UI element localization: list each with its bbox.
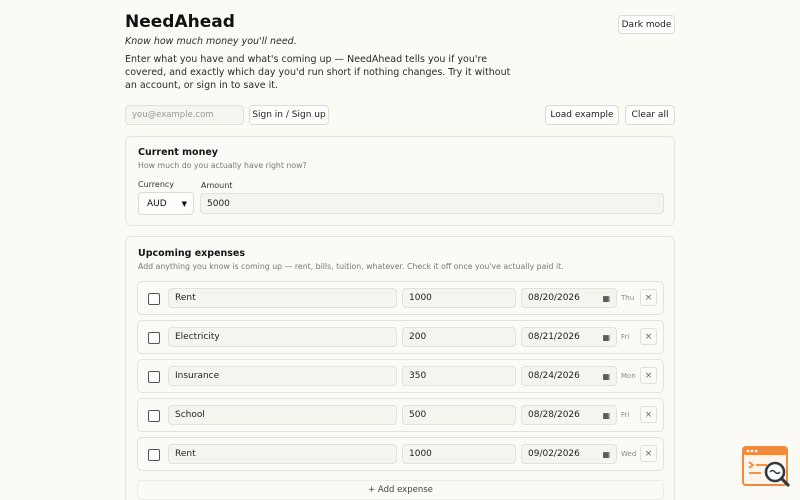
close-icon[interactable]: ×: [640, 289, 657, 306]
expense-name: Rent: [175, 293, 196, 303]
expense-name: Electricity: [175, 332, 220, 342]
calendar-icon[interactable]: ▦: [602, 411, 610, 420]
expense-date: 09/02/2026: [528, 449, 580, 459]
email-input[interactable]: [125, 105, 244, 125]
expenses-card: Upcoming expenses Add anything you know …: [125, 236, 675, 500]
expense-name: Rent: [175, 449, 196, 459]
expense-row: Insurance 350 08/24/2026 ▦ Mon ×: [137, 359, 664, 393]
app-tagline: Know how much money you'll need.: [125, 36, 297, 47]
close-icon[interactable]: ×: [640, 367, 657, 384]
expense-date-input[interactable]: 09/02/2026 ▦: [521, 444, 617, 464]
currency-value: AUD: [147, 198, 167, 209]
expense-name: School: [175, 410, 205, 420]
paid-checkbox[interactable]: [148, 371, 160, 383]
chevron-down-icon: ▼: [181, 199, 187, 208]
expense-date-input[interactable]: 08/20/2026 ▦: [521, 288, 617, 308]
paid-checkbox[interactable]: [148, 293, 160, 305]
amount-value: 5000: [207, 198, 230, 209]
add-expense-button[interactable]: + Add expense: [137, 480, 664, 500]
expense-weekday: Wed: [621, 450, 637, 458]
app-title: NeedAhead: [125, 12, 235, 32]
expense-amount: 350: [409, 371, 427, 381]
expense-row: School 500 08/28/2026 ▦ Fri ×: [137, 398, 664, 432]
expense-date: 08/24/2026: [528, 371, 580, 381]
expense-date: 08/20/2026: [528, 293, 580, 303]
paid-checkbox[interactable]: [148, 332, 160, 344]
expense-date-input[interactable]: 08/28/2026 ▦: [521, 405, 617, 425]
current-money-subtitle: How much do you actually have right now?: [138, 161, 307, 170]
amount-input[interactable]: 5000: [200, 193, 664, 214]
current-money-title: Current money: [138, 147, 218, 158]
expense-name-input[interactable]: Electricity: [168, 327, 397, 347]
expense-date: 08/28/2026: [528, 410, 580, 420]
expense-weekday: Fri: [621, 333, 630, 341]
expense-weekday: Fri: [621, 411, 630, 419]
current-money-card: Current money How much do you actually h…: [125, 136, 675, 226]
expense-amount: 1000: [409, 449, 432, 459]
expense-amount-input[interactable]: 1000: [402, 288, 516, 308]
expense-row: Electricity 200 08/21/2026 ▦ Fri ×: [137, 320, 664, 354]
currency-select[interactable]: AUD ▼: [138, 192, 194, 215]
expense-amount-input[interactable]: 500: [402, 405, 516, 425]
clear-all-button[interactable]: Clear all: [625, 105, 675, 125]
expense-amount-input[interactable]: 200: [402, 327, 516, 347]
expense-name-input[interactable]: Rent: [168, 444, 397, 464]
paid-checkbox[interactable]: [148, 410, 160, 422]
expense-amount: 500: [409, 410, 427, 420]
expense-weekday: Thu: [621, 294, 635, 302]
expenses-title: Upcoming expenses: [138, 248, 246, 259]
expense-row: Rent 1000 08/20/2026 ▦ Thu ×: [137, 281, 664, 315]
dark-mode-button[interactable]: Dark mode: [618, 15, 675, 34]
expense-amount: 1000: [409, 293, 432, 303]
intro-text: Enter what you have and what's coming up…: [125, 54, 511, 91]
expense-date: 08/21/2026: [528, 332, 580, 342]
expense-name: Insurance: [175, 371, 220, 381]
calendar-icon[interactable]: ▦: [602, 450, 610, 459]
close-icon[interactable]: ×: [640, 406, 657, 423]
expense-date-input[interactable]: 08/24/2026 ▦: [521, 366, 617, 386]
close-icon[interactable]: ×: [640, 328, 657, 345]
calendar-icon[interactable]: ▦: [602, 294, 610, 303]
expense-date-input[interactable]: 08/21/2026 ▦: [521, 327, 617, 347]
expense-weekday: Mon: [621, 372, 636, 380]
expense-row: Rent 1000 09/02/2026 ▦ Wed ×: [137, 437, 664, 471]
currency-label: Currency: [138, 180, 175, 189]
expense-amount-input[interactable]: 1000: [402, 444, 516, 464]
sign-in-button[interactable]: Sign in / Sign up: [249, 105, 329, 125]
expense-name-input[interactable]: School: [168, 405, 397, 425]
calendar-icon[interactable]: ▦: [602, 372, 610, 381]
amount-label: Amount: [201, 181, 233, 190]
expense-amount-input[interactable]: 350: [402, 366, 516, 386]
expense-name-input[interactable]: Insurance: [168, 366, 397, 386]
paid-checkbox[interactable]: [148, 449, 160, 461]
browser-search-logo: [742, 446, 790, 487]
expense-amount: 200: [409, 332, 427, 342]
expense-name-input[interactable]: Rent: [168, 288, 397, 308]
close-icon[interactable]: ×: [640, 445, 657, 462]
expenses-subtitle: Add anything you know is coming up — ren…: [138, 262, 564, 271]
calendar-icon[interactable]: ▦: [602, 333, 610, 342]
load-example-button[interactable]: Load example: [545, 105, 619, 125]
